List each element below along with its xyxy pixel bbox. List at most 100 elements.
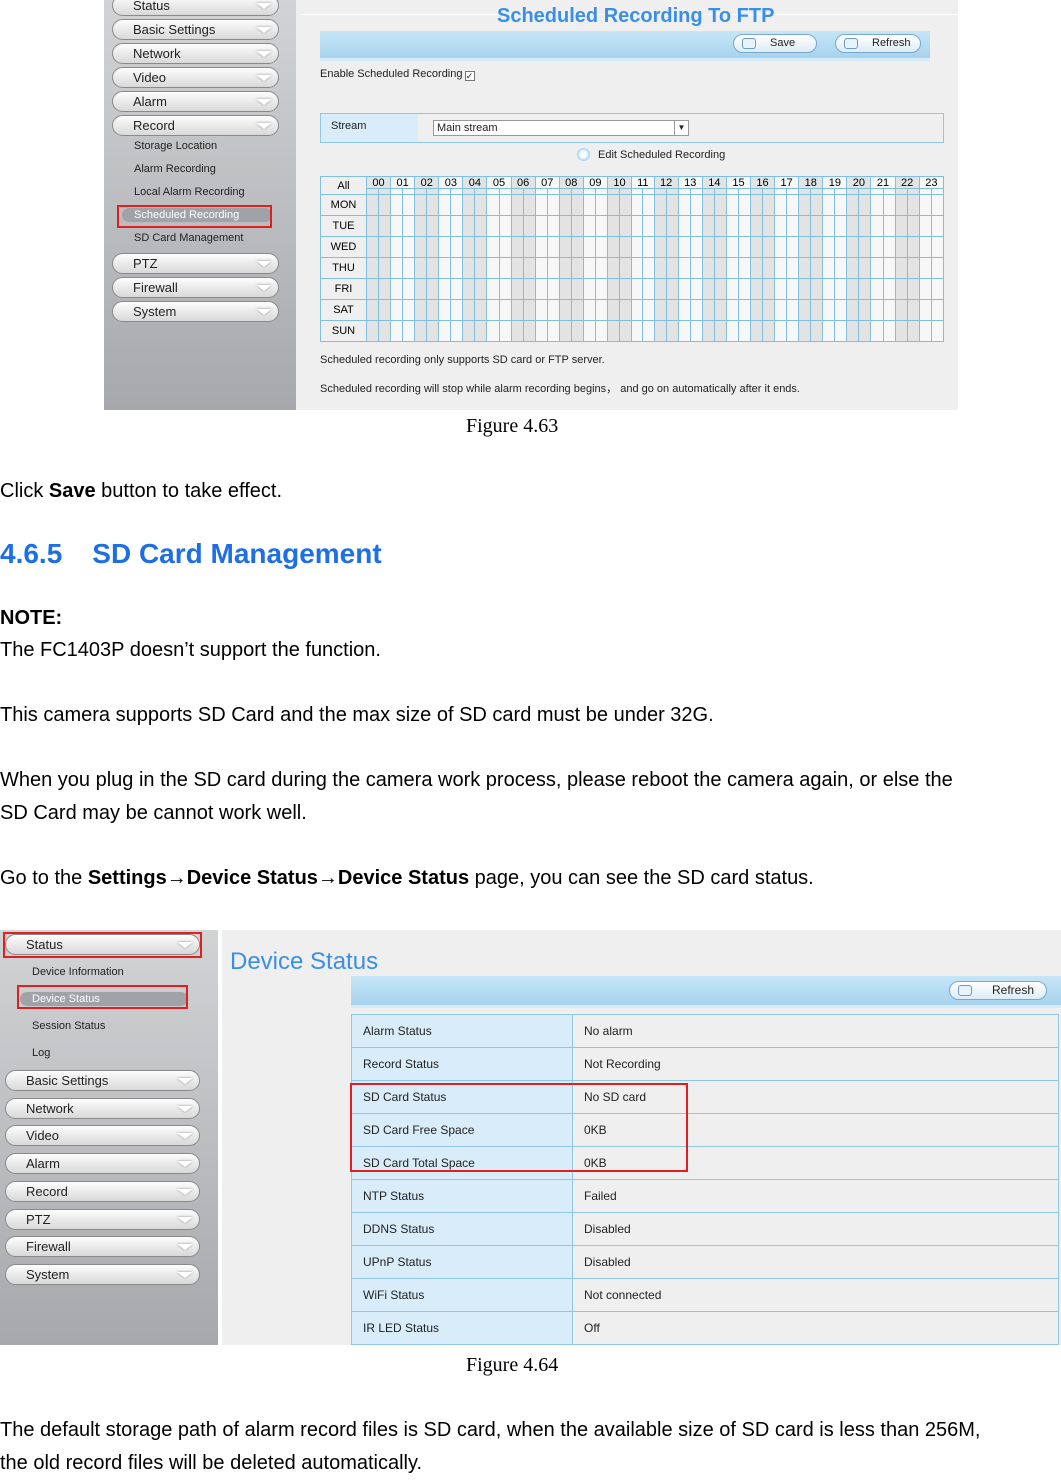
- schedule-cell[interactable]: [390, 278, 404, 300]
- submenu-item[interactable]: Storage Location: [134, 140, 217, 152]
- schedule-cell[interactable]: [522, 215, 536, 237]
- schedule-cell[interactable]: [846, 236, 860, 258]
- schedule-cell[interactable]: [870, 215, 884, 237]
- schedule-cell[interactable]: [426, 215, 440, 237]
- schedule-cell[interactable]: [749, 215, 764, 237]
- schedule-cell[interactable]: [510, 215, 524, 237]
- schedule-cell[interactable]: [882, 257, 896, 279]
- schedule-cell[interactable]: [725, 236, 739, 258]
- schedule-cell[interactable]: [930, 257, 945, 279]
- schedule-cell[interactable]: [534, 257, 548, 279]
- schedule-cell[interactable]: [534, 278, 548, 300]
- schedule-cell[interactable]: [450, 299, 464, 321]
- schedule-cell[interactable]: [894, 194, 908, 216]
- schedule-cell[interactable]: [582, 320, 596, 342]
- schedule-cell[interactable]: [558, 194, 572, 216]
- schedule-cell[interactable]: [642, 299, 655, 321]
- day-label[interactable]: WED: [320, 236, 367, 258]
- schedule-cell[interactable]: [701, 215, 715, 237]
- schedule-cell[interactable]: [570, 215, 584, 237]
- schedule-cell[interactable]: [462, 278, 476, 300]
- schedule-cell[interactable]: [713, 320, 727, 342]
- schedule-cell[interactable]: [438, 278, 452, 300]
- schedule-cell[interactable]: [631, 278, 644, 300]
- schedule-cell[interactable]: [642, 194, 655, 216]
- schedule-cell[interactable]: [834, 278, 848, 300]
- menu-item[interactable]: PTZ: [112, 253, 279, 274]
- schedule-cell[interactable]: [798, 257, 812, 279]
- schedule-cell[interactable]: [414, 257, 428, 279]
- schedule-cell[interactable]: [462, 236, 476, 258]
- schedule-cell[interactable]: [894, 257, 908, 279]
- schedule-cell[interactable]: [858, 215, 872, 237]
- schedule-cell[interactable]: [882, 278, 896, 300]
- schedule-cell[interactable]: [426, 236, 440, 258]
- schedule-cell[interactable]: [725, 320, 739, 342]
- schedule-cell[interactable]: [570, 299, 584, 321]
- schedule-cell[interactable]: [486, 320, 500, 342]
- schedule-cell[interactable]: [713, 299, 727, 321]
- schedule-cell[interactable]: [631, 299, 644, 321]
- schedule-cell[interactable]: [822, 299, 836, 321]
- hour-header[interactable]: 08: [558, 176, 584, 189]
- schedule-cell[interactable]: [665, 194, 679, 216]
- menu-item[interactable]: Record: [5, 1180, 200, 1202]
- menu-item[interactable]: Record: [112, 115, 279, 136]
- schedule-cell[interactable]: [665, 257, 679, 279]
- schedule-cell[interactable]: [786, 320, 800, 342]
- schedule-cell[interactable]: [414, 236, 428, 258]
- hour-header[interactable]: 16: [749, 176, 776, 189]
- schedule-cell[interactable]: [450, 236, 464, 258]
- schedule-cell[interactable]: [822, 278, 836, 300]
- schedule-cell[interactable]: [870, 299, 884, 321]
- schedule-cell[interactable]: [474, 194, 488, 216]
- schedule-cell[interactable]: [618, 236, 633, 258]
- schedule-cell[interactable]: [918, 299, 932, 321]
- schedule-cell[interactable]: [870, 278, 884, 300]
- schedule-cell[interactable]: [762, 215, 776, 237]
- schedule-cell[interactable]: [894, 236, 908, 258]
- schedule-cell[interactable]: [689, 320, 703, 342]
- menu-item[interactable]: Alarm: [112, 91, 279, 112]
- schedule-cell[interactable]: [631, 194, 644, 216]
- schedule-cell[interactable]: [378, 194, 392, 216]
- menu-item[interactable]: Video: [5, 1125, 200, 1147]
- schedule-cell[interactable]: [414, 215, 428, 237]
- schedule-cell[interactable]: [810, 215, 824, 237]
- schedule-cell[interactable]: [653, 215, 667, 237]
- schedule-cell[interactable]: [365, 278, 380, 300]
- schedule-cell[interactable]: [378, 215, 392, 237]
- schedule-cell[interactable]: [749, 278, 764, 300]
- schedule-cell[interactable]: [378, 299, 392, 321]
- schedule-cell[interactable]: [701, 278, 715, 300]
- schedule-cell[interactable]: [786, 278, 800, 300]
- schedule-cell[interactable]: [894, 215, 908, 237]
- schedule-cell[interactable]: [438, 257, 452, 279]
- schedule-cell[interactable]: [810, 257, 824, 279]
- menu-item[interactable]: System: [5, 1263, 200, 1285]
- schedule-cell[interactable]: [450, 194, 464, 216]
- enable-checkbox[interactable]: ✓: [464, 71, 475, 81]
- schedule-cell[interactable]: [402, 215, 416, 237]
- schedule-cell[interactable]: [882, 299, 896, 321]
- hour-header[interactable]: 02: [414, 176, 440, 189]
- schedule-cell[interactable]: [834, 215, 848, 237]
- schedule-cell[interactable]: [930, 299, 945, 321]
- schedule-cell[interactable]: [570, 278, 584, 300]
- save-button[interactable]: Save: [733, 34, 817, 53]
- schedule-cell[interactable]: [713, 194, 727, 216]
- menu-item[interactable]: Video: [112, 67, 279, 88]
- schedule-cell[interactable]: [737, 320, 752, 342]
- stream-select[interactable]: Main stream ▼: [433, 120, 689, 136]
- schedule-cell[interactable]: [570, 194, 584, 216]
- schedule-cell[interactable]: [438, 215, 452, 237]
- schedule-cell[interactable]: [606, 236, 620, 258]
- schedule-cell[interactable]: [749, 194, 764, 216]
- schedule-cell[interactable]: [414, 299, 428, 321]
- schedule-cell[interactable]: [378, 257, 392, 279]
- schedule-cell[interactable]: [390, 215, 404, 237]
- schedule-cell[interactable]: [906, 215, 920, 237]
- schedule-cell[interactable]: [522, 320, 536, 342]
- schedule-cell[interactable]: [762, 278, 776, 300]
- refresh-button[interactable]: Refresh: [835, 34, 921, 53]
